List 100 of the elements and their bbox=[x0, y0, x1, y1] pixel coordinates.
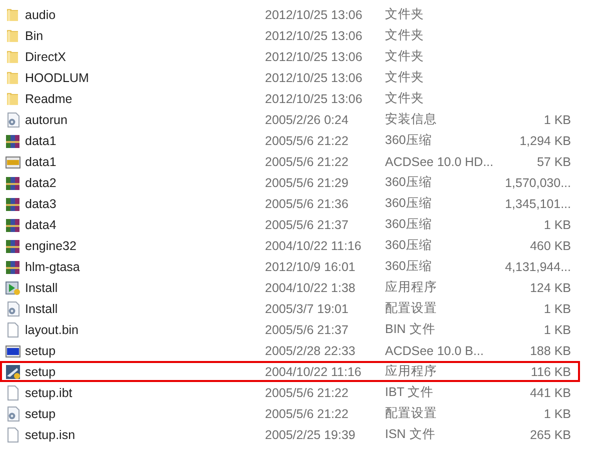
file-row[interactable]: data1 2005/5/6 21:22 ACDSee 10.0 HD... 57 KB bbox=[0, 151, 580, 172]
file-size: 188 KB bbox=[528, 344, 571, 358]
file-size: 460 KB bbox=[528, 238, 571, 252]
file-row[interactable]: data3 2005/5/6 21:36 360压缩 1,345,101... bbox=[0, 193, 580, 214]
file-name: setup.isn bbox=[25, 428, 76, 442]
file-type: 文件夹 bbox=[385, 90, 425, 107]
file-size: 4,131,944... bbox=[504, 260, 571, 274]
file-name: setup bbox=[25, 364, 57, 378]
file-row[interactable]: setup 2005/2/28 22:33 ACDSee 10.0 B... 188 KB bbox=[0, 340, 580, 361]
file-row[interactable]: autorun 2005/2/26 0:24 安装信息 1 KB bbox=[0, 109, 580, 130]
setup-app-icon bbox=[5, 364, 21, 380]
file-size: 124 KB bbox=[528, 280, 571, 294]
blank-file-icon bbox=[5, 384, 21, 400]
file-type: 360压缩 bbox=[385, 174, 433, 191]
file-name: Readme bbox=[25, 92, 74, 106]
archive-icon bbox=[5, 132, 21, 148]
modified-date: 2004/10/22 11:16 bbox=[265, 364, 362, 378]
file-row[interactable]: setup 2005/5/6 21:22 配置设置 1 KB bbox=[0, 403, 580, 424]
file-type: ACDSee 10.0 HD... bbox=[385, 154, 494, 168]
modified-date: 2012/10/25 13:06 bbox=[265, 50, 364, 64]
file-row[interactable]: Readme 2012/10/25 13:06 文件夹 bbox=[0, 88, 580, 109]
file-size: 265 KB bbox=[528, 428, 571, 442]
file-type: 文件夹 bbox=[385, 27, 425, 44]
file-type: 配置设置 bbox=[385, 300, 438, 317]
file-row[interactable]: HOODLUM 2012/10/25 13:06 文件夹 bbox=[0, 67, 580, 88]
file-name: setup.ibt bbox=[25, 386, 74, 400]
archive-icon bbox=[5, 174, 21, 190]
modified-date: 2005/2/28 22:33 bbox=[265, 344, 356, 358]
file-name: data2 bbox=[25, 176, 58, 190]
file-row[interactable]: Install 2005/3/7 19:01 配置设置 1 KB bbox=[0, 298, 580, 319]
file-name: DirectX bbox=[25, 50, 67, 64]
file-type: 360压缩 bbox=[385, 132, 433, 149]
settings-file-icon bbox=[5, 300, 21, 316]
file-row[interactable]: audio 2012/10/25 13:06 文件夹 bbox=[0, 4, 580, 25]
file-type: 文件夹 bbox=[385, 48, 425, 65]
file-name: hlm-gtasa bbox=[25, 260, 81, 274]
archive-icon bbox=[5, 238, 21, 254]
modified-date: 2005/5/6 21:37 bbox=[265, 322, 350, 336]
file-size: 1,345,101... bbox=[504, 196, 571, 210]
folder-icon bbox=[5, 6, 21, 22]
folder-icon bbox=[5, 48, 21, 64]
file-row[interactable]: data1 2005/5/6 21:22 360压缩 1,294 KB bbox=[0, 130, 580, 151]
modified-date: 2004/10/22 11:16 bbox=[265, 238, 362, 252]
modified-date: 2005/5/6 21:29 bbox=[265, 176, 350, 190]
file-name: Install bbox=[25, 280, 59, 294]
file-row[interactable]: engine32 2004/10/22 11:16 360压缩 460 KB bbox=[0, 235, 580, 256]
file-name: HOODLUM bbox=[25, 70, 90, 84]
file-row[interactable]: setup.ibt 2005/5/6 21:22 IBT 文件 441 KB bbox=[0, 382, 580, 403]
file-size: 1 KB bbox=[542, 406, 571, 420]
archive-icon bbox=[5, 196, 21, 212]
settings-file-icon bbox=[5, 406, 21, 422]
file-type: 配置设置 bbox=[385, 405, 438, 422]
file-row[interactable]: DirectX 2012/10/25 13:06 文件夹 bbox=[0, 46, 580, 67]
modified-date: 2005/5/6 21:22 bbox=[265, 154, 350, 168]
modified-date: 2005/5/6 21:22 bbox=[265, 406, 350, 420]
file-type: 文件夹 bbox=[385, 69, 425, 86]
image-file-icon bbox=[5, 342, 21, 358]
file-row[interactable]: hlm-gtasa 2012/10/9 16:01 360压缩 4,131,944... bbox=[0, 256, 580, 277]
file-type: ACDSee 10.0 B... bbox=[385, 344, 485, 358]
archive-icon bbox=[5, 258, 21, 274]
modified-date: 2004/10/22 1:38 bbox=[265, 280, 356, 294]
modified-date: 2005/5/6 21:22 bbox=[265, 134, 350, 148]
modified-date: 2012/10/25 13:06 bbox=[265, 8, 364, 22]
modified-date: 2005/5/6 21:36 bbox=[265, 196, 350, 210]
file-name: audio bbox=[25, 8, 57, 22]
file-type: 应用程序 bbox=[385, 363, 438, 380]
folder-icon bbox=[5, 90, 21, 106]
file-type: 360压缩 bbox=[385, 216, 433, 233]
file-row[interactable]: Bin 2012/10/25 13:06 文件夹 bbox=[0, 25, 580, 46]
file-row[interactable]: data2 2005/5/6 21:29 360压缩 1,570,030... bbox=[0, 172, 580, 193]
modified-date: 2005/5/6 21:37 bbox=[265, 218, 350, 232]
file-row[interactable]: data4 2005/5/6 21:37 360压缩 1 KB bbox=[0, 214, 580, 235]
file-type: 文件夹 bbox=[385, 6, 425, 23]
file-type: 应用程序 bbox=[385, 279, 438, 296]
file-type: ISN 文件 bbox=[385, 426, 436, 443]
file-row[interactable]: setup.isn 2005/2/25 19:39 ISN 文件 265 KB bbox=[0, 424, 580, 445]
blank-file-icon bbox=[5, 426, 21, 442]
file-type: BIN 文件 bbox=[385, 321, 436, 338]
file-type: 360压缩 bbox=[385, 195, 433, 212]
modified-date: 2012/10/25 13:06 bbox=[265, 92, 364, 106]
file-size: 1 KB bbox=[542, 112, 571, 126]
settings-file-icon bbox=[5, 112, 21, 128]
file-name: engine32 bbox=[25, 238, 78, 252]
file-type: IBT 文件 bbox=[385, 384, 435, 401]
file-name: data3 bbox=[25, 196, 58, 210]
file-type: 360压缩 bbox=[385, 237, 433, 254]
file-row[interactable]: setup 2004/10/22 11:16 应用程序 116 KB bbox=[0, 361, 580, 382]
image-file-icon bbox=[5, 154, 21, 170]
file-row[interactable]: Install 2004/10/22 1:38 应用程序 124 KB bbox=[0, 277, 580, 298]
file-name: data1 bbox=[25, 154, 58, 168]
file-size: 116 KB bbox=[530, 364, 571, 378]
folder-icon bbox=[5, 70, 21, 86]
file-name: data4 bbox=[25, 218, 58, 232]
file-size: 1 KB bbox=[542, 218, 571, 232]
file-type: 安装信息 bbox=[385, 111, 438, 128]
file-size: 1,570,030... bbox=[504, 176, 571, 190]
modified-date: 2005/5/6 21:22 bbox=[265, 386, 350, 400]
file-name: autorun bbox=[25, 112, 68, 126]
file-size: 1,294 KB bbox=[518, 134, 571, 148]
file-row[interactable]: layout.bin 2005/5/6 21:37 BIN 文件 1 KB bbox=[0, 319, 580, 340]
